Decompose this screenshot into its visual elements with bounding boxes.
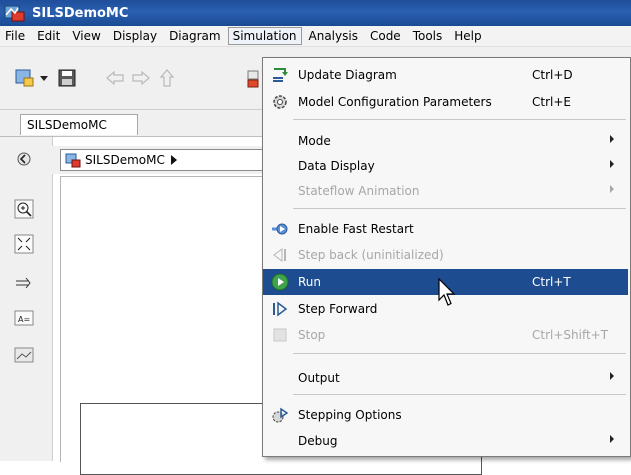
simulation-menu: Update Diagram Ctrl+D Model Configuratio… (262, 57, 631, 457)
menu-display[interactable]: Display (108, 27, 162, 45)
menu-item-step-back: Step back (uninitialized) (263, 242, 628, 268)
menu-bar: File Edit View Display Diagram Simulatio… (0, 26, 631, 47)
hide-explorer-icon[interactable] (14, 149, 34, 169)
left-palette: A= (0, 137, 53, 461)
menu-item-data-display[interactable]: Data Display (263, 153, 628, 179)
submenu-arrow-icon (610, 185, 614, 193)
fit-to-view-icon[interactable] (14, 234, 34, 254)
step-back-icon (271, 246, 289, 264)
annotation-icon[interactable]: A= (14, 308, 34, 328)
menu-file[interactable]: File (0, 27, 30, 45)
menu-simulation[interactable]: Simulation (227, 27, 302, 45)
image-icon[interactable] (14, 345, 34, 365)
menu-separator (293, 208, 626, 209)
up-arrow-icon[interactable] (156, 67, 178, 89)
menu-item-stateflow-animation: Stateflow Animation (263, 178, 628, 204)
zoom-icon[interactable] (14, 199, 34, 219)
svg-text:A=: A= (18, 315, 30, 324)
menu-item-stop: Stop Ctrl+Shift+T (263, 322, 628, 348)
menu-item-enable-fast-restart[interactable]: Enable Fast Restart (263, 216, 628, 242)
submenu-arrow-icon (610, 372, 614, 380)
menu-item-mode[interactable]: Mode (263, 128, 628, 154)
step-forward-icon (271, 300, 289, 318)
fast-restart-icon (271, 220, 289, 238)
menu-item-stepping-options[interactable]: Stepping Options (263, 402, 628, 428)
new-model-icon[interactable] (14, 67, 36, 89)
submenu-arrow-icon (610, 160, 614, 168)
chevron-down-icon[interactable] (38, 67, 50, 89)
signal-arrow-icon[interactable] (14, 273, 34, 293)
menu-analysis[interactable]: Analysis (304, 27, 363, 45)
menu-help[interactable]: Help (449, 27, 486, 45)
model-icon (65, 152, 81, 168)
simulink-app-icon (4, 3, 26, 23)
tab-label: SILSDemoMC (27, 118, 107, 132)
update-diagram-icon (271, 66, 289, 84)
menu-diagram[interactable]: Diagram (164, 27, 226, 45)
window-title: SILSDemoMC (32, 5, 129, 21)
menu-code[interactable]: Code (365, 27, 406, 45)
mouse-cursor-icon (437, 277, 457, 308)
menu-separator (293, 394, 626, 395)
model-path-breadcrumb[interactable]: SILSDemoMC (60, 149, 275, 171)
menu-separator (293, 119, 626, 120)
breadcrumb-label: SILSDemoMC (85, 153, 165, 167)
menu-separator (293, 353, 626, 354)
menu-view[interactable]: View (67, 27, 105, 45)
menu-item-debug[interactable]: Debug (263, 428, 628, 454)
save-icon[interactable] (56, 67, 78, 89)
menu-item-model-configuration[interactable]: Model Configuration Parameters Ctrl+E (263, 89, 628, 115)
menu-tools[interactable]: Tools (408, 27, 448, 45)
menu-edit[interactable]: Edit (32, 27, 65, 45)
menu-item-update-diagram[interactable]: Update Diagram Ctrl+D (263, 62, 628, 88)
breadcrumb-arrow-icon[interactable] (170, 155, 177, 165)
stop-icon (271, 326, 289, 344)
back-arrow-icon[interactable] (104, 67, 126, 89)
menu-item-output[interactable]: Output (263, 365, 628, 391)
title-bar: SILSDemoMC (0, 0, 631, 26)
submenu-arrow-icon (610, 435, 614, 443)
submenu-arrow-icon (610, 135, 614, 143)
forward-arrow-icon[interactable] (130, 67, 152, 89)
library-browser-icon[interactable] (246, 67, 260, 89)
run-icon (271, 273, 289, 291)
tab-silsdemomc[interactable]: SILSDemoMC (20, 114, 138, 135)
stepping-options-icon (271, 406, 289, 424)
gear-icon (271, 93, 289, 111)
